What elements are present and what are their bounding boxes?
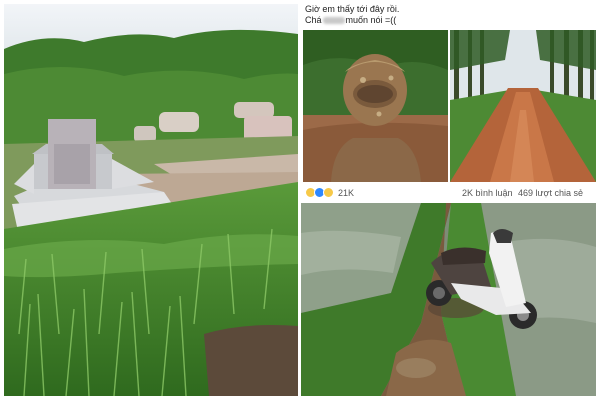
comment-count[interactable]: 2K bình luận <box>462 188 513 198</box>
sad-icon[interactable] <box>323 187 334 198</box>
blurred-text <box>322 17 345 25</box>
post-caption-suffix: muốn nói =(( <box>345 15 397 25</box>
reaction-count[interactable]: 21K <box>338 188 354 198</box>
share-count[interactable]: 469 lượt chia sẻ <box>518 188 583 198</box>
muddy-road-photo <box>450 30 596 182</box>
post-caption-prefix: Chá <box>305 15 322 25</box>
reaction-bar: 21K 2K bình luận 469 lượt chia sẻ <box>301 185 596 200</box>
post-caption-line: Giờ em thấy tới đây rồi. <box>305 4 400 14</box>
post-caption-line: Chá muốn nói =(( <box>305 15 396 25</box>
cemetery-photo <box>4 4 298 396</box>
facebook-post: Giờ em thấy tới đây rồi. Chá muốn nói =(( <box>301 4 596 200</box>
motorbike-photo <box>301 203 596 396</box>
muddy-rider-photo <box>303 30 448 182</box>
